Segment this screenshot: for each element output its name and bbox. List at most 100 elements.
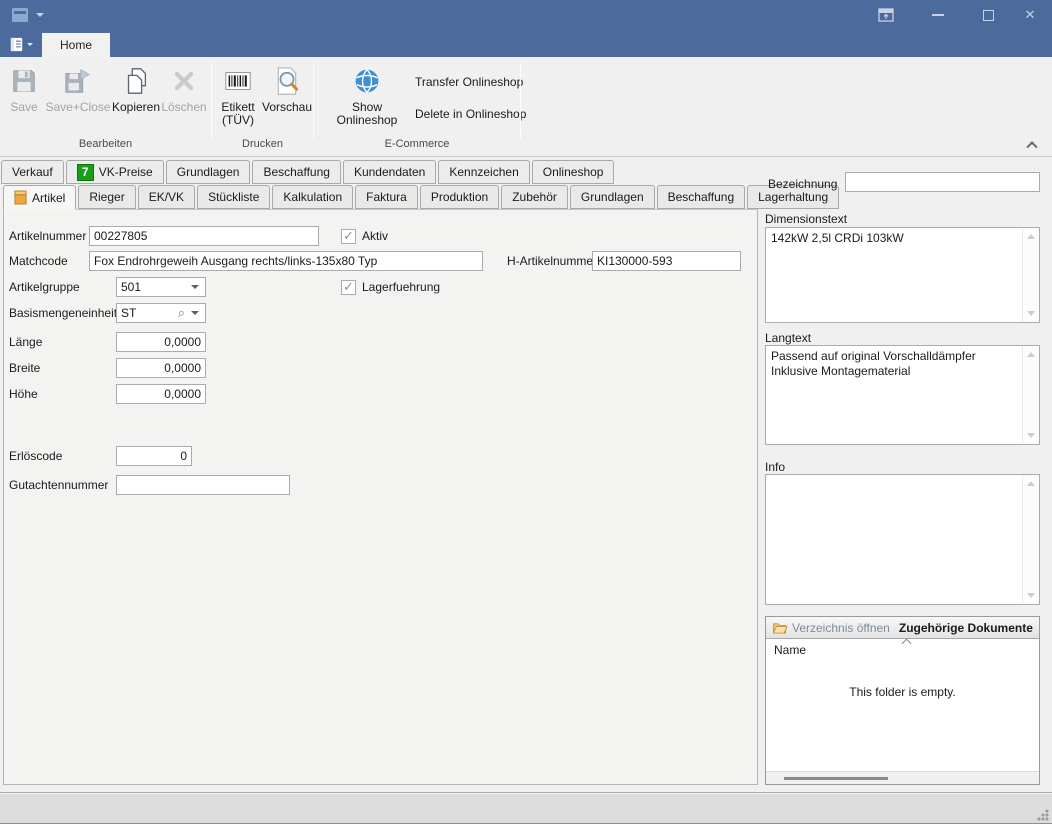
vertical-scrollbar[interactable] [1022,475,1039,604]
lagerfuehrung-checkbox-row[interactable]: Lagerfuehrung [341,278,440,296]
group-label-ecommerce: E-Commerce [314,138,520,154]
group-separator [520,62,521,140]
preview-button[interactable]: Vorschau [262,61,312,135]
dimensionstext-memo[interactable]: 142kW 2,5l CRDi 103kW [765,227,1040,323]
tab-kalkulation[interactable]: Kalkulation [272,185,353,209]
breite-label: Breite [9,358,40,378]
app-menu-caret-icon[interactable] [36,13,44,17]
tab-rieger[interactable]: Rieger [78,185,135,209]
delete-button[interactable]: Löschen [160,61,208,135]
info-memo[interactable] [765,474,1040,605]
group-label-drucken: Drucken [212,138,313,154]
file-menu-caret-icon [27,43,33,46]
delete-onlineshop-button[interactable]: Delete in Onlineshop [415,103,526,125]
tab-zubehoer[interactable]: Zubehör [501,185,568,209]
scroll-up-icon[interactable] [1027,234,1035,239]
lagerfuehrung-checkbox[interactable] [341,280,356,295]
matchcode-label: Matchcode [9,251,68,271]
delete-icon [170,64,198,98]
gutachtennummer-label: Gutachtennummer [9,475,108,495]
chevron-down-icon [191,285,199,289]
save-close-label: Save+Close [45,101,110,114]
preview-label: Vorschau [262,101,312,114]
resize-grip-icon[interactable] [1037,809,1049,821]
transfer-onlineshop-button[interactable]: Transfer Onlineshop [415,71,523,93]
column-header-name[interactable]: Name [774,643,806,657]
tab-onlineshop[interactable]: Onlineshop [532,160,615,184]
file-menu-button[interactable] [8,34,38,54]
bezeichnung-label: Bezeichnung [768,177,837,191]
tab-beschaffung-1[interactable]: Beschaffung [252,160,341,184]
tab-ek-vk[interactable]: EK/VK [138,185,195,209]
tab-kundendaten[interactable]: Kundendaten [343,160,436,184]
show-onlineshop-button[interactable]: Show Onlineshop [320,61,414,135]
open-directory-button[interactable]: Verzeichnis öffnen [772,621,890,635]
scroll-down-icon[interactable] [1027,433,1035,438]
artikel-tab-page: Artikelnummer Aktiv Matchcode H-Artikeln… [3,209,758,785]
close-icon: ✕ [1025,7,1036,23]
scroll-down-icon[interactable] [1027,311,1035,316]
scroll-up-icon[interactable] [1027,481,1035,486]
minimize-button[interactable] [916,0,960,30]
barcode-icon [222,64,254,98]
artikelgruppe-combobox[interactable]: 501 [116,277,206,297]
save-close-button[interactable]: Save+Close [46,61,110,135]
tab-produktion[interactable]: Produktion [420,185,499,209]
vertical-scrollbar[interactable] [1022,228,1039,322]
label-print-button[interactable]: Etikett (TÜV) [216,61,260,135]
scroll-down-icon[interactable] [1027,593,1035,598]
minimize-icon [932,14,944,16]
tab-vk-preise[interactable]: 7 VK-Preise [66,160,164,184]
tab-grundlagen-1[interactable]: Grundlagen [166,160,251,184]
show-onlineshop-label: Show Onlineshop [320,101,414,127]
tab-artikel[interactable]: Artikel [3,185,76,210]
vertical-scrollbar[interactable] [1022,346,1039,444]
save-button[interactable]: Save [4,61,44,135]
collapse-ribbon-button[interactable] [1028,137,1042,149]
artikelgruppe-label: Artikelgruppe [9,277,80,297]
horizontal-scrollbar[interactable] [766,771,1039,784]
laenge-input[interactable] [116,332,206,352]
tab-faktura[interactable]: Faktura [355,185,418,209]
save-close-icon [62,64,94,98]
bezeichnung-input[interactable] [845,172,1040,192]
globe-icon [353,64,381,98]
tab-stueckliste[interactable]: Stückliste [197,185,270,209]
save-label: Save [10,101,37,114]
copy-button[interactable]: Kopieren [112,61,160,135]
gutachtennummer-input[interactable] [116,475,290,495]
search-icon[interactable]: ⌕ [178,305,185,321]
group-separator [313,62,314,140]
scroll-up-icon[interactable] [1027,352,1035,357]
documents-list[interactable]: Name This folder is empty. [766,639,1039,771]
basismengeneinheit-combobox[interactable]: ST ⌕ [116,303,206,323]
ribbon-display-options-icon[interactable] [864,0,908,30]
chevron-down-icon [191,311,199,315]
tab-kennzeichen[interactable]: Kennzeichen [438,160,529,184]
maximize-button[interactable] [966,0,1010,30]
sort-ascending-icon[interactable] [901,639,911,649]
status-bar [0,792,1052,824]
tab-verkauf[interactable]: Verkauf [1,160,64,184]
preview-icon [273,64,301,98]
empty-folder-message: This folder is empty. [766,685,1039,699]
dimensionstext-label: Dimensionstext [765,212,847,226]
copy-icon [121,64,151,98]
title-bar: ✕ [0,0,1052,30]
aktiv-checkbox[interactable] [341,229,356,244]
artikelnummer-input[interactable] [89,226,319,246]
breite-input[interactable] [116,358,206,378]
tab-beschaffung-2[interactable]: Beschaffung [657,185,746,209]
matchcode-input[interactable] [89,251,483,271]
aktiv-checkbox-row[interactable]: Aktiv [341,227,388,245]
langtext-memo[interactable]: Passend auf original Vorschalldämpfer In… [765,345,1040,445]
close-button[interactable]: ✕ [1008,0,1052,30]
info-label: Info [765,460,785,474]
hoehe-input[interactable] [116,384,206,404]
h-artikelnummer-input[interactable] [592,251,741,271]
erloescode-input[interactable] [116,446,192,466]
app-icon [10,5,30,25]
scrollbar-thumb[interactable] [784,777,888,780]
ribbon-tab-home[interactable]: Home [42,33,110,57]
tab-grundlagen-2[interactable]: Grundlagen [570,185,655,209]
